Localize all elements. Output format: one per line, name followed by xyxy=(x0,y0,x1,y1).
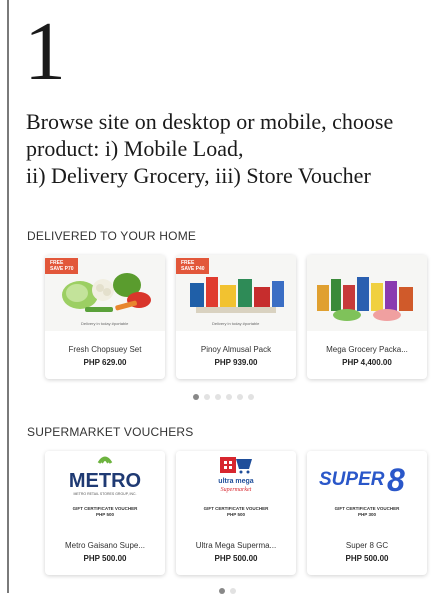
product-name[interactable]: Pinoy Almusal Pack xyxy=(176,345,296,354)
delivered-product-carousel[interactable]: FREE SAVE P70 Delivery in today #portabl… xyxy=(45,255,431,387)
voucher-price: PHP 500.00 xyxy=(214,554,258,563)
voucher-card[interactable]: METRO METRO RETAIL STORES GROUP, INC. GI… xyxy=(45,451,165,575)
instruction-line: ii) Delivery Grocery, iii) Store Voucher xyxy=(26,163,371,188)
voucher-carousel[interactable]: METRO METRO RETAIL STORES GROUP, INC. GI… xyxy=(45,451,431,583)
voucher-name[interactable]: Ultra Mega Superma... xyxy=(176,541,296,550)
instruction-line: product: i) Mobile Load, xyxy=(26,136,244,161)
metro-logo: METRO METRO RETAIL STORES GROUP, INC. xyxy=(69,456,141,496)
product-price: PHP 629.00 xyxy=(83,358,127,367)
product-image-mega-grocery xyxy=(307,255,427,331)
pagination-dot[interactable] xyxy=(193,394,199,400)
pagination-dot[interactable] xyxy=(215,394,221,400)
product-name[interactable]: Fresh Chopsuey Set xyxy=(45,345,165,354)
pagination-dot[interactable] xyxy=(248,394,254,400)
discount-badge: FREE SAVE P70 xyxy=(45,258,78,274)
voucher-card[interactable]: ultra mega Supermarket GIFT CERTIFICATE … xyxy=(176,451,296,575)
left-divider-line xyxy=(7,0,9,593)
product-price: PHP 4,400.00 xyxy=(342,358,392,367)
product-name[interactable]: Mega Grocery Packa... xyxy=(307,345,427,354)
svg-text:Supermarket: Supermarket xyxy=(221,487,252,493)
svg-text:SUPER: SUPER xyxy=(319,469,385,490)
voucher-card[interactable]: SUPER 8 GIFT CERTIFICATE VOUCHER PHP 300… xyxy=(307,451,427,575)
discount-badge: FREE SAVE P40 xyxy=(176,258,209,274)
voucher-price: PHP 500.00 xyxy=(83,554,127,563)
svg-text:METRO: METRO xyxy=(69,470,141,492)
gift-certificate-label: GIFT CERTIFICATE VOUCHER PHP 300 xyxy=(334,506,400,517)
svg-text:8: 8 xyxy=(387,462,405,498)
ultramega-logo: ultra mega Supermarket xyxy=(218,457,254,493)
super8-voucher-image: SUPER 8 GIFT CERTIFICATE VOUCHER PHP 300 xyxy=(307,451,427,527)
carousel-pagination-delivered xyxy=(193,394,254,400)
carousel-pagination-vouchers xyxy=(219,588,236,594)
metro-voucher-image: METRO METRO RETAIL STORES GROUP, INC. GI… xyxy=(45,451,165,527)
product-card[interactable]: FREE SAVE P40 Delivery in today #portabl… xyxy=(176,255,296,379)
voucher-name[interactable]: Metro Gaisano Supe... xyxy=(45,541,165,550)
svg-text:ultra mega: ultra mega xyxy=(218,478,254,485)
pagination-dot[interactable] xyxy=(237,394,243,400)
pagination-dot[interactable] xyxy=(204,394,210,400)
voucher-price: PHP 500.00 xyxy=(345,554,389,563)
product-image-groceries: FREE SAVE P40 Delivery in today #portabl… xyxy=(176,255,296,331)
step-instructions: Browse site on desktop or mobile, choose… xyxy=(26,108,431,189)
product-card[interactable]: FREE SAVE P70 Delivery in today #portabl… xyxy=(45,255,165,379)
instruction-line: Browse site on desktop or mobile, choose xyxy=(26,109,394,134)
super8-logo: SUPER 8 xyxy=(319,462,405,498)
product-image-vegetables: FREE SAVE P70 Delivery in today #portabl… xyxy=(45,255,165,331)
pagination-dot[interactable] xyxy=(230,588,236,594)
voucher-name[interactable]: Super 8 GC xyxy=(307,541,427,550)
ultramega-voucher-image: ultra mega Supermarket GIFT CERTIFICATE … xyxy=(176,451,296,527)
image-caption: Delivery in today #portable xyxy=(212,321,260,326)
section-title-vouchers: SUPERMARKET VOUCHERS xyxy=(27,425,194,439)
image-caption: Delivery in today #portable xyxy=(81,321,129,326)
product-price: PHP 939.00 xyxy=(214,358,258,367)
section-title-delivered: DELIVERED TO YOUR HOME xyxy=(27,229,197,243)
product-card[interactable]: Mega Grocery Packa... PHP 4,400.00 xyxy=(307,255,427,379)
step-number: 1 xyxy=(24,5,66,98)
svg-text:METRO RETAIL STORES GROUP, INC: METRO RETAIL STORES GROUP, INC. xyxy=(73,492,136,496)
gift-certificate-label: GIFT CERTIFICATE VOUCHER PHP 500 xyxy=(203,506,269,517)
gift-certificate-label: GIFT CERTIFICATE VOUCHER PHP 500 xyxy=(72,506,138,517)
pagination-dot[interactable] xyxy=(226,394,232,400)
pagination-dot[interactable] xyxy=(219,588,225,594)
